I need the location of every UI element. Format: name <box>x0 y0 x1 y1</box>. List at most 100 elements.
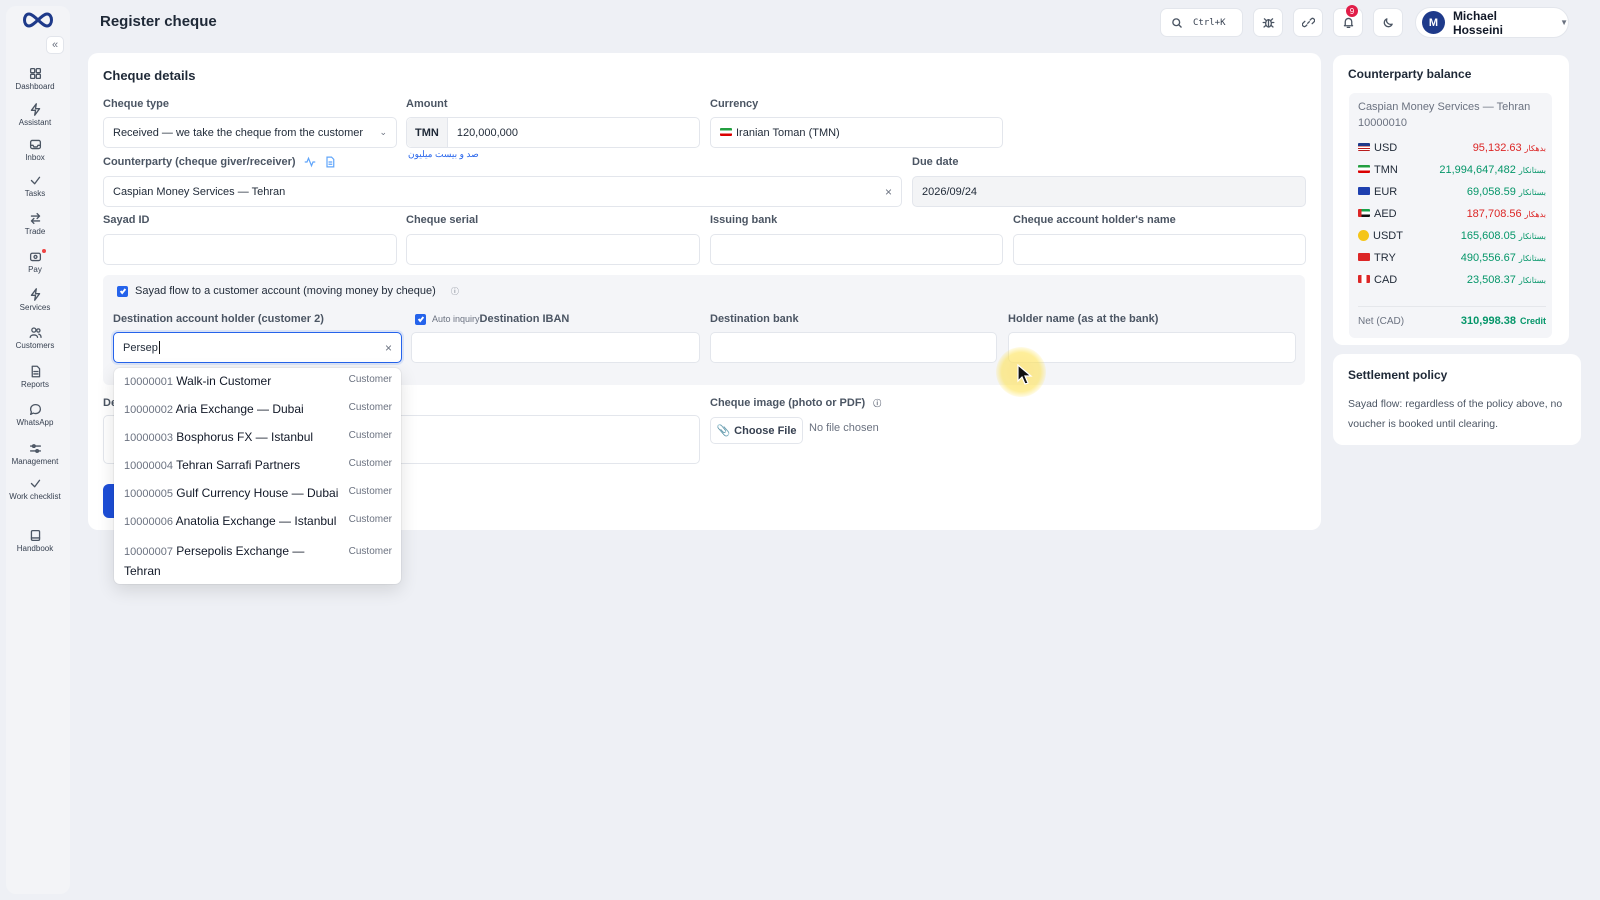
document-icon[interactable] <box>324 156 336 168</box>
dropdown-option[interactable]: 10000001 Walk-in Customer Customer <box>124 374 392 388</box>
users-icon <box>29 327 42 339</box>
dropdown-option[interactable]: 10000003 Bosphorus FX — Istanbul Custome… <box>124 430 392 444</box>
balance-row: CAD 23,508.37 بستانکار <box>1358 274 1546 286</box>
bell-icon <box>1343 17 1353 29</box>
balance-currency: TMN <box>1374 164 1398 176</box>
option-code: 10000003 <box>124 432 173 444</box>
net-value: 310,998.38 <box>1460 315 1516 327</box>
nav-services[interactable]: Services <box>6 288 64 322</box>
option-type: Customer <box>348 402 392 413</box>
dropdown-option[interactable]: 10000002 Aria Exchange — Dubai Customer <box>124 402 392 416</box>
dropdown-option[interactable]: 10000007 Persepolis Exchange — Tehran Cu… <box>124 542 392 581</box>
currency-select[interactable]: Iranian Toman (TMN) <box>710 117 1003 148</box>
option-type: Customer <box>348 374 392 385</box>
info-icon: ⓘ <box>450 286 459 296</box>
balance-row: USD 95,132.63 بدهکار <box>1358 142 1546 154</box>
avatar: M <box>1422 11 1445 34</box>
user-menu[interactable]: M Michael Hosseini ▼ <box>1415 7 1569 38</box>
option-name: Bosphorus FX — Istanbul <box>176 430 314 444</box>
option-name: Walk-in Customer <box>176 374 272 388</box>
account-holder-input[interactable] <box>1013 234 1306 265</box>
iran-flag-icon <box>720 127 732 136</box>
sayad-flow-checkbox[interactable] <box>117 285 128 297</box>
option-name: Anatolia Exchange — Istanbul <box>175 514 337 528</box>
choose-file-label: Choose File <box>734 424 797 437</box>
cheque-serial-input[interactable] <box>406 234 700 265</box>
nav-trade[interactable]: Trade <box>6 212 64 246</box>
account-holder-label: Cheque account holder's name <box>1013 214 1176 226</box>
option-type: Customer <box>348 430 392 441</box>
balance-row: TRY 490,556.67 بستانکار <box>1358 252 1546 264</box>
policy-text: Sayad flow: regardless of the policy abo… <box>1348 398 1563 430</box>
chevron-down-icon: ⌄ <box>379 127 387 137</box>
currency-value: Iranian Toman (TMN) <box>736 126 840 139</box>
dest-iban-input[interactable] <box>411 332 700 363</box>
due-date-input[interactable]: 2026/09/24 <box>912 176 1306 207</box>
issuing-bank-input[interactable] <box>710 234 1003 265</box>
amount-input[interactable]: TMN 120,000,000 <box>406 117 700 148</box>
option-code: 10000007 <box>124 546 173 558</box>
balance-row: USDT 165,608.05 بستانکار <box>1358 229 1546 242</box>
sayad-id-input[interactable] <box>103 234 397 265</box>
nav-pay[interactable]: Pay <box>6 249 64 284</box>
currency-label: Currency <box>710 98 759 110</box>
theme-toggle-button[interactable] <box>1373 8 1403 37</box>
net-label: Net (CAD) <box>1358 315 1405 327</box>
holder-name-input[interactable] <box>1008 332 1296 363</box>
nav-management[interactable]: Management <box>6 442 64 476</box>
dropdown-option[interactable]: 10000004 Tehran Sarrafi Partners Custome… <box>124 458 392 472</box>
nav-tasks[interactable]: Tasks <box>6 174 64 208</box>
cheque-type-select[interactable]: Received — we take the cheque from the c… <box>103 117 397 148</box>
dest-iban-label: Destination IBAN <box>479 313 570 325</box>
nav-work-checklist[interactable]: Work checklist <box>6 477 64 511</box>
counterparty-label-row: Counterparty (cheque giver/receiver) <box>103 156 336 168</box>
nav-label: Services <box>19 303 51 312</box>
nav-inbox[interactable]: Inbox <box>6 138 64 172</box>
nav-whatsapp[interactable]: WhatsApp <box>6 403 64 437</box>
close-icon[interactable]: × <box>385 341 392 355</box>
search-button[interactable]: Ctrl+K <box>1160 8 1243 37</box>
text-cursor <box>158 341 160 354</box>
notifications-button[interactable]: 9 <box>1333 5 1363 37</box>
dest-holder-input[interactable]: Persep × <box>113 332 402 363</box>
nav-label: Reports <box>20 380 49 389</box>
dropdown-option[interactable]: 10000005 Gulf Currency House — Dubai Cus… <box>124 486 392 500</box>
nav-assistant[interactable]: Assistant <box>6 103 64 137</box>
eu-flag-icon <box>1358 187 1370 195</box>
amount-in-words: صد و بیست میلیون <box>408 149 479 159</box>
option-type: Customer <box>348 546 392 557</box>
balance-row: TMN 21,994,647,482 بستانکار <box>1358 164 1546 176</box>
cheque-serial-label: Cheque serial <box>406 214 479 226</box>
sayad-flow-checkbox-row[interactable]: Sayad flow to a customer account (moving… <box>117 285 459 297</box>
balance-value: 95,132.63 <box>1472 142 1522 154</box>
counterparty-input[interactable]: Caspian Money Services — Tehran × <box>103 176 902 207</box>
notification-badge: 9 <box>1346 5 1358 17</box>
debug-button[interactable] <box>1253 8 1283 37</box>
nav-dashboard[interactable]: Dashboard <box>6 67 64 101</box>
link-button[interactable] <box>1293 8 1323 37</box>
balance-status: بستانکار <box>1518 253 1546 263</box>
inbox-icon <box>29 139 41 150</box>
nav-reports[interactable]: Reports <box>6 365 64 399</box>
auto-inquiry-label: Auto inquiry <box>432 314 480 324</box>
activity-icon[interactable] <box>304 156 316 168</box>
nav-label: Inbox <box>25 153 45 162</box>
dest-holder-label: Destination account holder (customer 2) <box>113 313 324 325</box>
balance-status: بستانکار <box>1518 165 1546 175</box>
collapse-sidebar-button[interactable]: « <box>46 36 64 54</box>
option-name: Gulf Currency House — Dubai <box>176 486 339 500</box>
dest-bank-input[interactable] <box>710 332 997 363</box>
choose-file-button[interactable]: 📎 Choose File <box>710 417 803 444</box>
auto-inquiry-checkbox[interactable] <box>415 313 426 325</box>
nav-handbook[interactable]: Handbook <box>6 529 64 563</box>
close-icon[interactable]: × <box>885 185 892 199</box>
policy-title: Settlement policy <box>1348 368 1448 382</box>
nav-label: Handbook <box>16 544 54 553</box>
nav-label: Assistant <box>18 118 52 127</box>
dropdown-option[interactable]: 10000006 Anatolia Exchange — Istanbul Cu… <box>124 514 392 528</box>
balance-row: EUR 69,058.59 بستانکار <box>1358 186 1546 198</box>
option-name-continued: Tehran <box>124 564 161 578</box>
nav-customers[interactable]: Customers <box>6 326 64 360</box>
auto-inquiry-row[interactable]: Auto inquiry Destination IBAN <box>415 313 569 325</box>
logo-icon[interactable] <box>20 10 56 30</box>
